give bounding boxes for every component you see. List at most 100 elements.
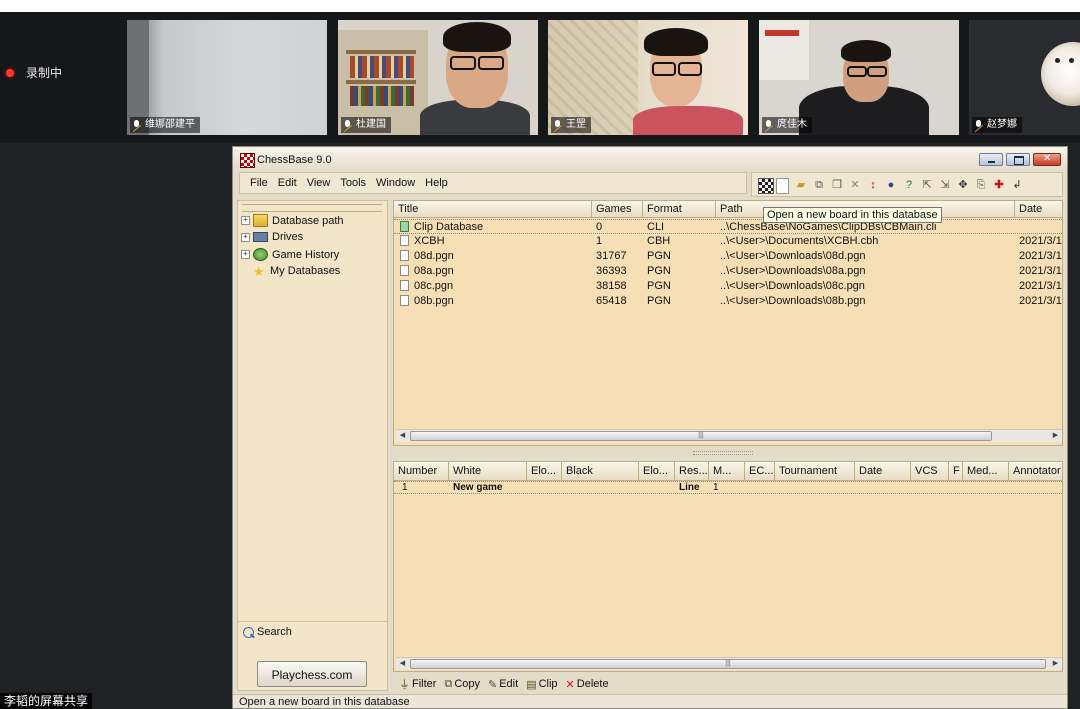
star-icon: ★	[253, 263, 265, 279]
scroll-left-icon[interactable]: ◀	[396, 430, 409, 442]
edit-button[interactable]: ✎ Edit	[488, 678, 518, 691]
minimize-button[interactable]	[979, 153, 1003, 166]
window-title: ChessBase 9.0	[257, 154, 332, 166]
menu-help[interactable]: Help	[420, 177, 453, 189]
copy-db-icon[interactable]: ⧉	[812, 178, 826, 192]
database-hscrollbar[interactable]: ◀ ||| ▶	[396, 429, 1062, 442]
column-header-black[interactable]: Black	[562, 462, 639, 480]
scrollbar-thumb[interactable]: |||	[410, 659, 1046, 669]
expand-icon[interactable]: +	[241, 216, 250, 225]
column-header-moves[interactable]: M...	[709, 462, 745, 480]
participant-tile[interactable]: 赵梦娜	[969, 20, 1080, 135]
edit-icon: ✎	[488, 678, 498, 691]
column-header-number[interactable]: Number	[394, 462, 449, 480]
column-header-date[interactable]: Date	[855, 462, 911, 480]
back-icon[interactable]: ↲	[1010, 178, 1024, 192]
column-header-medal[interactable]: Med...	[963, 462, 1009, 480]
menu-tools[interactable]: Tools	[335, 177, 371, 189]
column-header-games[interactable]: Games	[592, 201, 643, 217]
paste-db-icon[interactable]: ❐	[830, 178, 844, 192]
games-list: Number White Elo... Black Elo... Res... …	[393, 461, 1063, 672]
database-row[interactable]: XCBH 1 CBH ..\<User>\Documents\XCBH.cbh …	[394, 234, 1062, 249]
clip-button[interactable]: ▤ Clip	[526, 678, 557, 691]
participant-tile[interactable]: 维娜邵建平	[127, 20, 327, 135]
scroll-right-icon[interactable]: ▶	[1049, 430, 1062, 442]
participant-tile[interactable]: 王罡	[548, 20, 748, 135]
database-row[interactable]: Clip Database 0 CLI ..\ChessBase\NoGames…	[394, 219, 1062, 234]
scroll-right-icon[interactable]: ▶	[1049, 658, 1062, 670]
search-tab[interactable]: Search	[237, 621, 388, 642]
move-icon[interactable]: ✥	[956, 178, 970, 192]
database-icon	[400, 280, 409, 291]
window-titlebar[interactable]: ChessBase 9.0	[233, 147, 1067, 171]
column-header-black-elo[interactable]: Elo...	[639, 462, 675, 480]
games-list-header: Number White Elo... Black Elo... Res... …	[394, 462, 1062, 481]
playchess-button[interactable]: Playchess.com	[257, 661, 367, 687]
close-x-icon[interactable]: ✕	[848, 178, 862, 192]
menu-view[interactable]: View	[302, 177, 336, 189]
column-header-eco[interactable]: EC...	[745, 462, 775, 480]
pane-splitter[interactable]	[393, 447, 1063, 459]
open-folder-icon[interactable]: ▰	[794, 178, 808, 192]
video-strip: 录制中 维娜邵建平 杜建国 王罡 庹佳木 赵梦娜	[0, 12, 1080, 143]
clip-database-icon	[400, 221, 409, 232]
properties-icon[interactable]: ●	[884, 178, 898, 192]
participant-name-tag: 赵梦娜	[972, 117, 1022, 133]
database-row[interactable]: 08a.pgn 36393 PGN ..\<User>\Downloads\08…	[394, 264, 1062, 279]
database-row[interactable]: 08b.pgn 65418 PGN ..\<User>\Downloads\08…	[394, 294, 1062, 309]
database-row[interactable]: 08d.pgn 31767 PGN ..\<User>\Downloads\08…	[394, 249, 1062, 264]
participant-name-tag: 庹佳木	[762, 117, 812, 133]
column-header-vcs[interactable]: VCS	[911, 462, 949, 480]
menu-bar: File Edit View Tools Window Help	[239, 172, 747, 194]
column-header-date[interactable]: Date	[1015, 201, 1062, 217]
delete-icon: ✕	[565, 678, 575, 691]
column-header-white[interactable]: White	[449, 462, 527, 480]
column-header-annotator[interactable]: Annotator	[1009, 462, 1062, 480]
participant-tile[interactable]: 庹佳木	[759, 20, 959, 135]
folder-icon	[253, 214, 268, 227]
column-header-result[interactable]: Res...	[675, 462, 709, 480]
import-icon[interactable]: ⇲	[938, 178, 952, 192]
maximize-button[interactable]	[1006, 153, 1030, 166]
close-button[interactable]	[1033, 153, 1061, 166]
games-hscrollbar[interactable]: ◀ ||| ▶	[396, 657, 1062, 670]
expand-icon[interactable]: +	[241, 232, 250, 242]
recording-indicator[interactable]: 录制中	[6, 64, 62, 81]
recording-label: 录制中	[26, 66, 63, 80]
plus-icon[interactable]: ✚	[992, 178, 1006, 192]
delete-button[interactable]: ✕ Delete	[566, 678, 609, 691]
scroll-left-icon[interactable]: ◀	[396, 658, 409, 670]
toolbar-tooltip: Open a new board in this database	[763, 207, 942, 223]
help-icon[interactable]: ?	[902, 178, 916, 192]
games-action-bar: ⏚ Filter ⧉ Copy ✎ Edit ▤ Clip ✕ Delete	[393, 675, 1063, 693]
database-list-header: Title Games Format Path Date	[394, 201, 1062, 218]
participant-tile[interactable]: 杜建国	[338, 20, 538, 135]
menu-window[interactable]: Window	[371, 177, 420, 189]
copy-button[interactable]: ⧉ Copy	[444, 678, 480, 691]
menu-edit[interactable]: Edit	[273, 177, 302, 189]
filter-button[interactable]: ⏚ Filter	[399, 676, 436, 692]
blank-icon[interactable]	[776, 178, 789, 194]
participant-name-tag: 杜建国	[341, 117, 391, 133]
new-board-icon[interactable]	[758, 178, 774, 194]
column-header-f[interactable]: F	[949, 462, 963, 480]
column-header-title[interactable]: Title	[394, 201, 592, 217]
sort-icon[interactable]: ↕	[866, 178, 880, 192]
expand-icon[interactable]: +	[241, 250, 250, 259]
scrollbar-thumb[interactable]: |||	[410, 431, 992, 441]
history-icon	[253, 248, 268, 261]
tree-item-my-databases[interactable]: ★ My Databases	[241, 263, 340, 279]
database-row[interactable]: 08c.pgn 38158 PGN ..\<User>\Downloads\08…	[394, 279, 1062, 294]
menu-file[interactable]: File	[240, 177, 273, 189]
meeting-title-bar	[0, 0, 1080, 12]
search-icon	[243, 626, 254, 638]
column-header-tournament[interactable]: Tournament	[775, 462, 855, 480]
tree-item-database-path[interactable]: + Database path	[241, 214, 344, 227]
tree-item-drives[interactable]: + Drives	[241, 231, 303, 243]
column-header-white-elo[interactable]: Elo...	[527, 462, 562, 480]
tree-item-game-history[interactable]: + Game History	[241, 248, 339, 261]
clip-icon[interactable]: ⎘	[974, 178, 988, 192]
export-icon[interactable]: ⇱	[920, 178, 934, 192]
column-header-format[interactable]: Format	[643, 201, 716, 217]
game-row[interactable]: 1 New game Line 1	[394, 481, 1062, 494]
